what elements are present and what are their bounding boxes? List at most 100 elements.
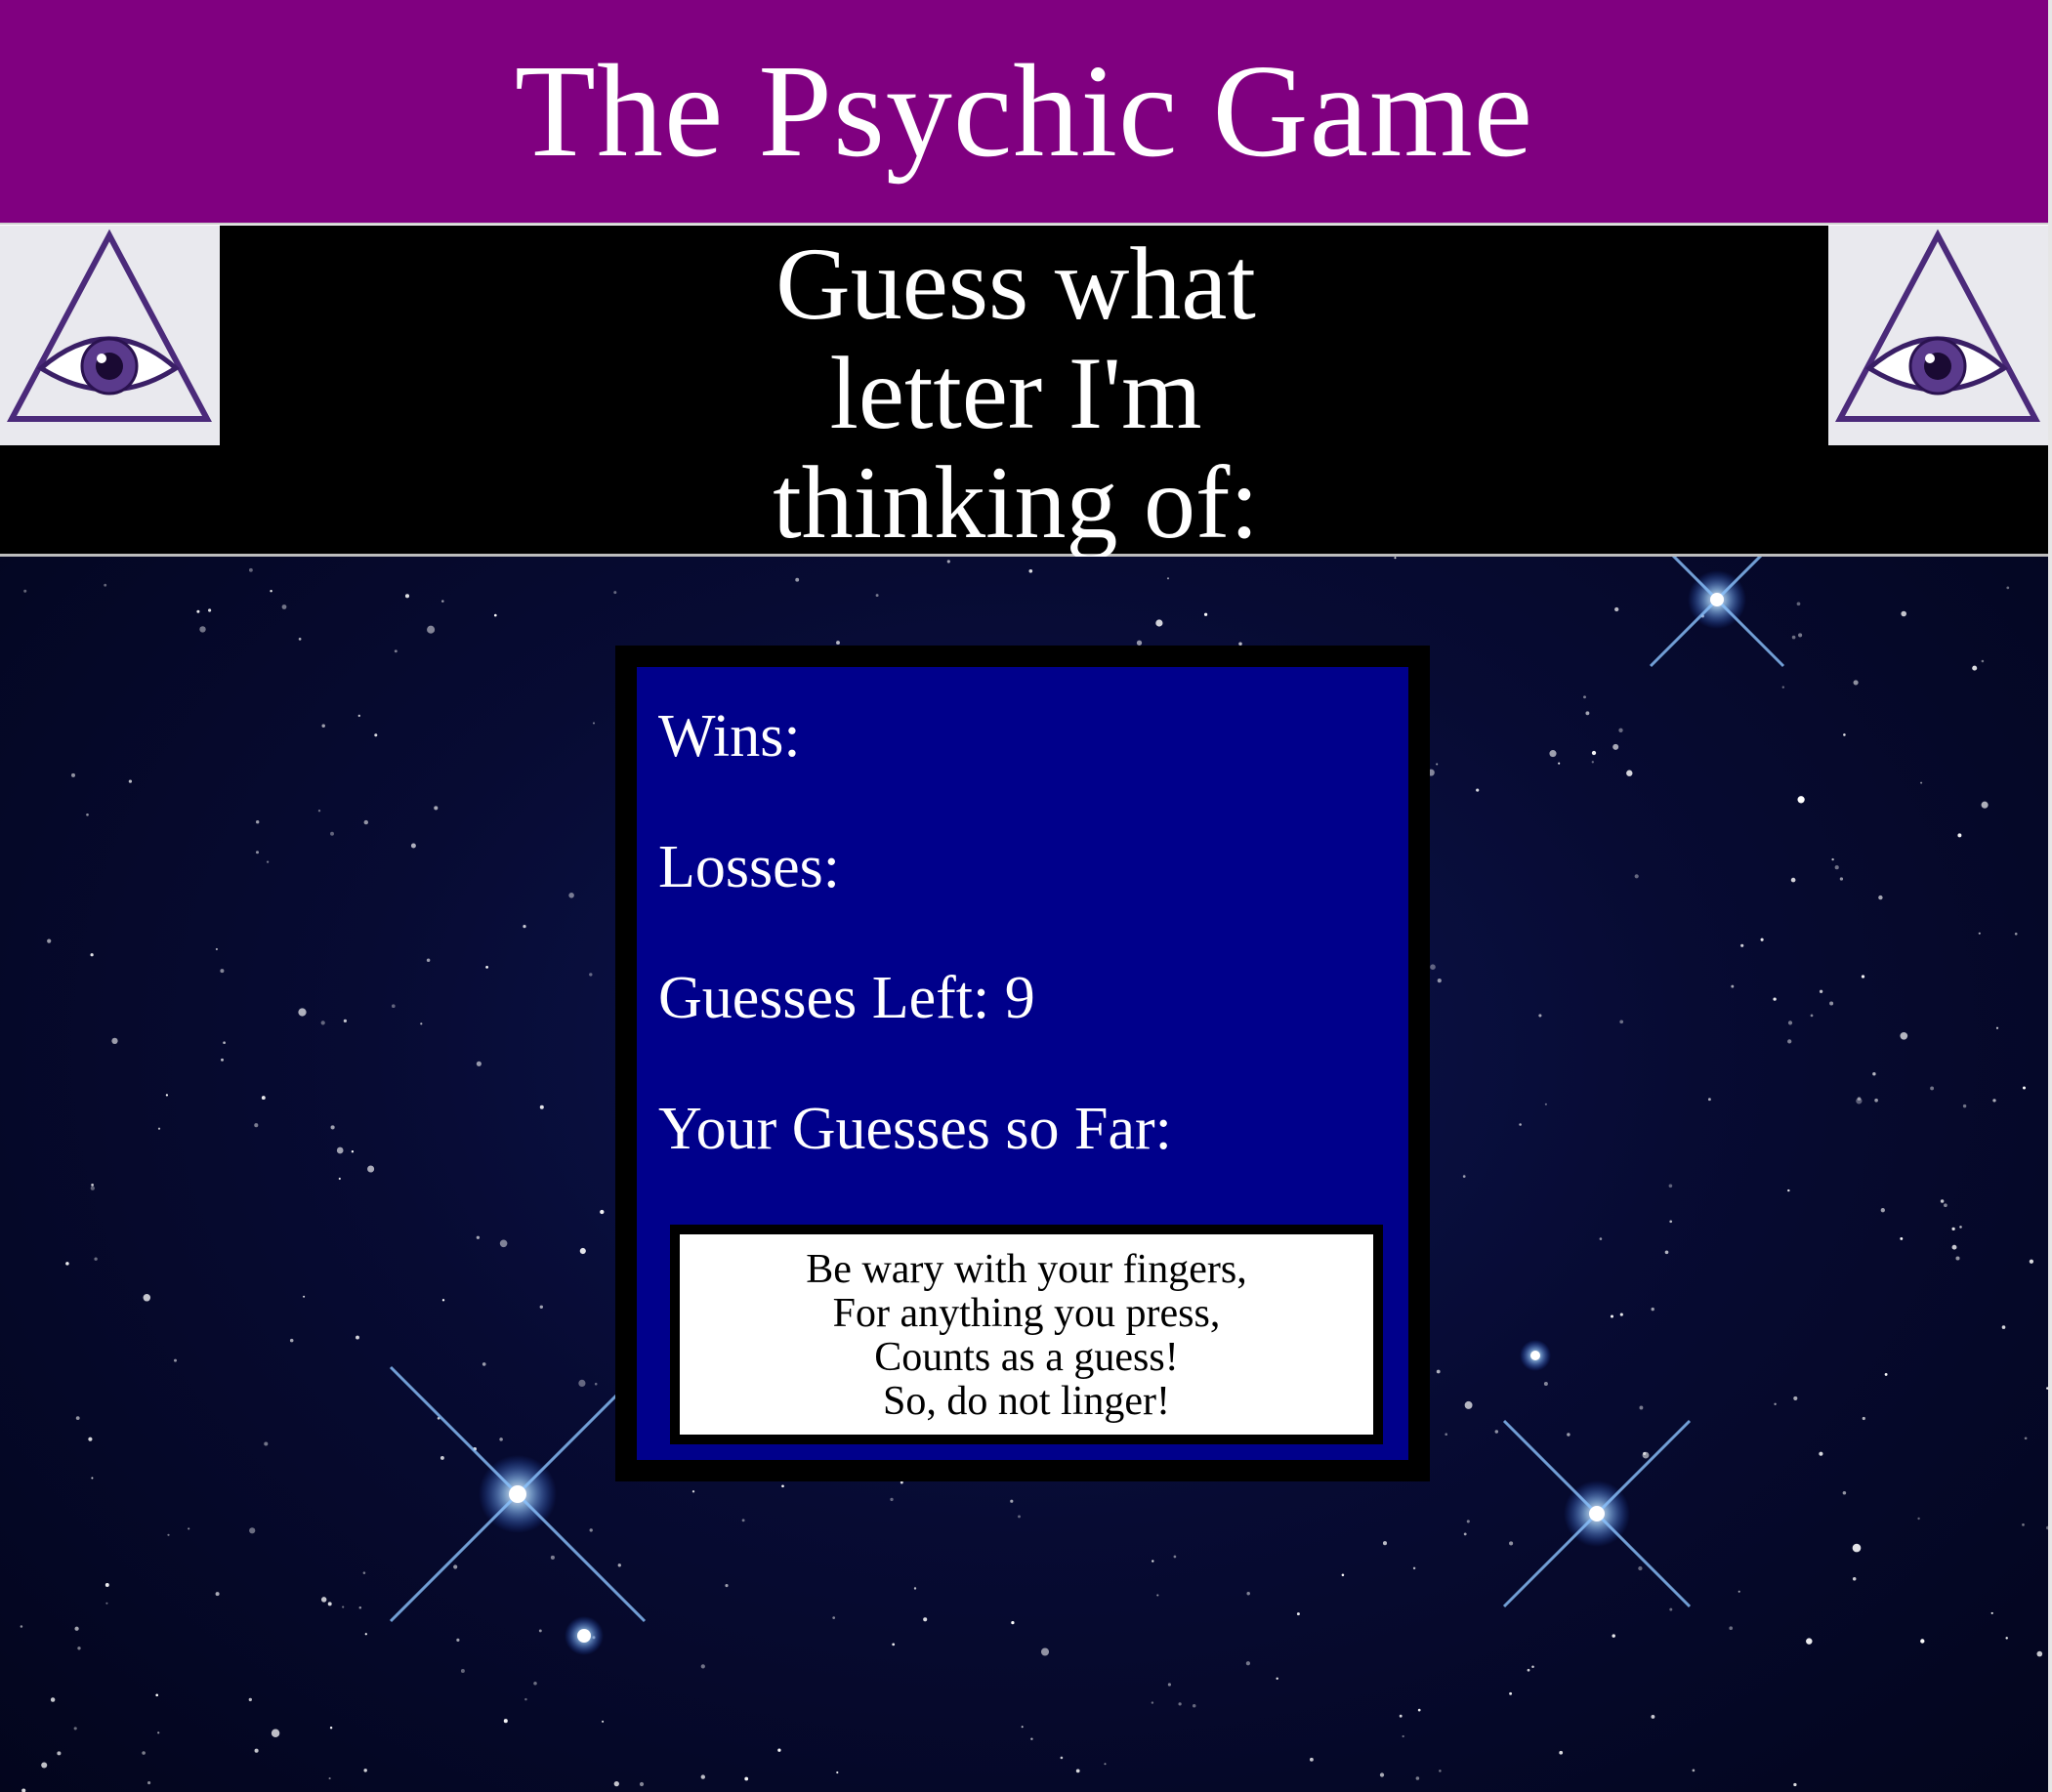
star-dot	[1790, 877, 1796, 883]
star-dot	[1246, 1592, 1250, 1596]
star-dot	[456, 1638, 460, 1642]
star-dot	[1030, 1737, 1033, 1740]
star-dot	[363, 819, 368, 825]
star-dot	[1558, 762, 1561, 765]
star-dot	[1951, 1244, 1957, 1250]
star-dot	[1011, 1620, 1015, 1625]
star-dot	[320, 1597, 327, 1603]
star-dot	[330, 831, 334, 836]
bright-star-icon	[1502, 1419, 1692, 1608]
star-dot	[356, 1335, 359, 1340]
star-dot	[1900, 1236, 1904, 1240]
star-dot	[1192, 1704, 1196, 1708]
star-dot	[410, 843, 416, 849]
star-dot	[1920, 1639, 1925, 1644]
star-dot	[41, 1762, 48, 1769]
star-dot	[579, 1247, 586, 1255]
star-dot	[1462, 1175, 1466, 1178]
star-dot	[298, 638, 302, 641]
star-dot	[1167, 1683, 1171, 1687]
wins-label: Wins:	[658, 703, 801, 770]
star-dot	[1806, 1638, 1813, 1645]
star-dot	[330, 1125, 335, 1130]
star-dot	[1831, 857, 1834, 861]
star-dot	[65, 1262, 69, 1266]
star-dot	[1793, 1782, 1797, 1787]
banner: Guess what letter I'm thinking of:	[0, 226, 2048, 558]
star-dot	[460, 1669, 465, 1673]
star-dot	[1874, 1098, 1878, 1103]
star-dot	[394, 649, 398, 653]
star-dot	[111, 1037, 118, 1045]
star-dot	[1466, 1520, 1470, 1523]
star-dot	[1612, 1634, 1615, 1638]
star-dot	[539, 1305, 544, 1310]
star-dot	[105, 1583, 109, 1587]
star-dot	[1634, 874, 1639, 879]
star-dot	[167, 1533, 170, 1536]
star-dot	[1959, 1226, 1962, 1229]
star-dot	[482, 1362, 486, 1366]
star-dot	[538, 1629, 542, 1633]
star-dot	[1203, 612, 1208, 616]
star-dot	[890, 1497, 894, 1502]
star-dot	[441, 600, 444, 603]
star-dot	[1166, 577, 1170, 580]
star-dot	[1104, 1763, 1107, 1766]
star-dot	[923, 1617, 928, 1622]
star-dot	[1439, 1770, 1442, 1772]
star-dot	[836, 1771, 839, 1774]
star-dot	[700, 1664, 705, 1669]
star-dot	[90, 1186, 95, 1190]
star-dot	[1981, 659, 1985, 663]
star-dot	[1951, 1227, 1955, 1231]
all-seeing-eye-icon	[1828, 226, 2048, 445]
star-dot	[21, 1788, 26, 1792]
subtitle-line: letter I'm	[829, 336, 1202, 450]
star-dot	[1853, 680, 1859, 686]
star-dot	[2029, 1259, 2034, 1264]
star-dot	[1731, 984, 1735, 988]
star-dot	[1445, 1433, 1448, 1437]
star-dot	[1878, 895, 1883, 900]
star-dot	[1464, 1400, 1473, 1409]
star-dot	[1781, 686, 1784, 688]
star-dot	[639, 1781, 645, 1787]
star-dot	[1382, 1541, 1388, 1546]
star-dot	[1791, 635, 1796, 640]
guesses-left-value: 9	[1004, 965, 1035, 1031]
guesses-so-far-label: Your Guesses so Far:	[658, 1096, 1172, 1162]
star-dot	[1978, 932, 1981, 935]
star-dot	[303, 1295, 306, 1298]
star-dot	[1639, 1405, 1644, 1410]
star-dot	[1738, 1590, 1740, 1593]
star-dot	[1591, 750, 1597, 756]
star-dot	[147, 1781, 151, 1785]
star-dot	[1962, 1104, 1967, 1108]
star-dot	[317, 810, 321, 813]
star-dot	[1944, 1203, 1947, 1208]
star-dot	[1173, 1555, 1177, 1559]
star-dot	[1618, 728, 1623, 732]
star-dot	[57, 1751, 62, 1756]
star-dot	[744, 1776, 749, 1781]
star-dot	[2014, 932, 2018, 936]
subtitle-line: Guess what	[775, 227, 1256, 341]
star-dot	[1152, 1560, 1154, 1563]
star-dot	[499, 1438, 503, 1441]
star-dot	[777, 1748, 781, 1752]
star-dot	[1829, 1001, 1834, 1006]
star-dot	[1463, 1532, 1467, 1536]
losses-label: Losses:	[658, 834, 840, 900]
all-seeing-eye-icon	[0, 226, 220, 445]
star-dot	[328, 1777, 331, 1780]
star-dot	[364, 1633, 367, 1636]
star-dot	[1810, 1014, 1814, 1018]
star-dot	[441, 1299, 445, 1302]
star-dot	[1990, 1611, 1993, 1614]
star-dot	[86, 813, 89, 816]
star-dot	[1900, 1031, 1908, 1040]
star-dot	[1669, 1607, 1673, 1611]
star-dot	[1417, 1708, 1421, 1712]
star-dot	[836, 641, 840, 646]
